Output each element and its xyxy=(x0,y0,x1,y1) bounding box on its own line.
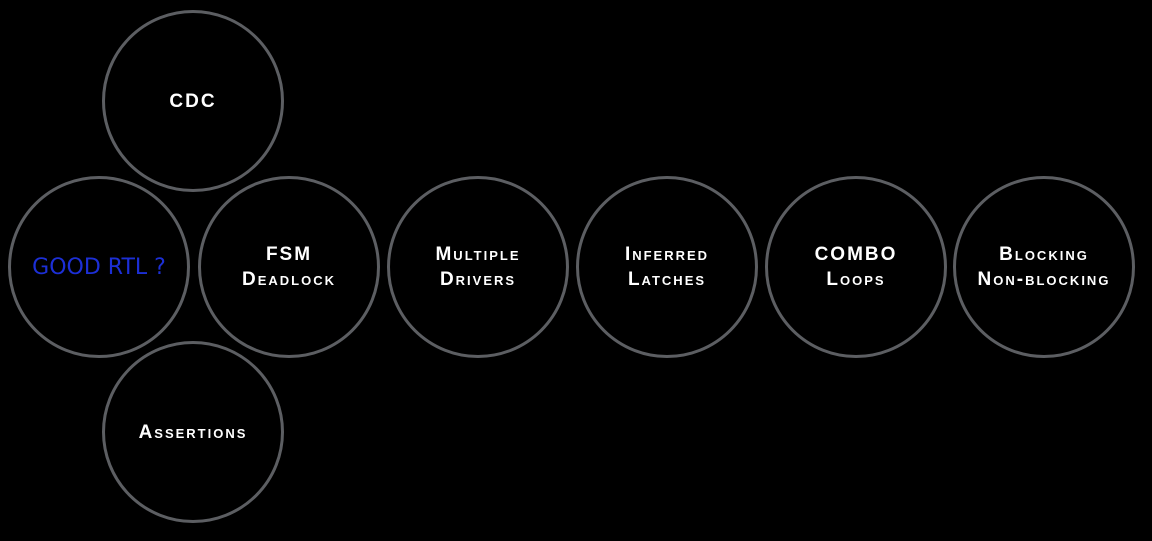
node-multiple-drivers: Multiple Drivers xyxy=(387,176,569,358)
node-blocking-nonblocking-label: Blocking Non-blocking xyxy=(978,242,1111,292)
node-inferred-latches: Inferred Latches xyxy=(576,176,758,358)
node-multiple-drivers-label: Multiple Drivers xyxy=(435,242,520,292)
node-assertions-label: Assertions xyxy=(139,420,248,445)
node-blocking-nonblocking-line1: Blocking xyxy=(999,244,1089,265)
node-inferred-latches-label: Inferred Latches xyxy=(625,242,709,292)
node-combo-loops-line2: Loops xyxy=(826,269,886,290)
node-combo-loops: COMBO Loops xyxy=(765,176,947,358)
node-assertions: Assertions xyxy=(102,341,284,523)
node-good-rtl-text: GOOD RTL ? xyxy=(32,254,166,280)
diagram-canvas: CDC GOOD RTL ? Assertions FSM Deadlock M… xyxy=(0,0,1152,541)
node-good-rtl-label: GOOD RTL ? xyxy=(32,255,166,280)
node-cdc-label: CDC xyxy=(169,89,216,114)
node-fsm-deadlock-line1: FSM xyxy=(265,244,313,265)
node-fsm-deadlock: FSM Deadlock xyxy=(198,176,380,358)
node-fsm-deadlock-label: FSM Deadlock xyxy=(242,242,336,292)
node-multiple-drivers-line2: Drivers xyxy=(439,269,517,290)
node-fsm-deadlock-line2: Deadlock xyxy=(242,269,336,290)
node-blocking-nonblocking: Blocking Non-blocking xyxy=(953,176,1135,358)
node-cdc: CDC xyxy=(102,10,284,192)
node-good-rtl: GOOD RTL ? xyxy=(8,176,190,358)
node-combo-loops-line1: COMBO xyxy=(814,244,898,265)
node-inferred-latches-line1: Inferred xyxy=(624,244,710,265)
node-cdc-line1: CDC xyxy=(169,90,217,112)
node-assertions-line1: Assertions xyxy=(138,421,248,443)
node-blocking-nonblocking-line2: Non-blocking xyxy=(977,269,1111,290)
node-multiple-drivers-line1: Multiple xyxy=(435,244,521,265)
node-inferred-latches-line2: Latches xyxy=(627,269,707,290)
node-combo-loops-label: COMBO Loops xyxy=(815,242,898,292)
